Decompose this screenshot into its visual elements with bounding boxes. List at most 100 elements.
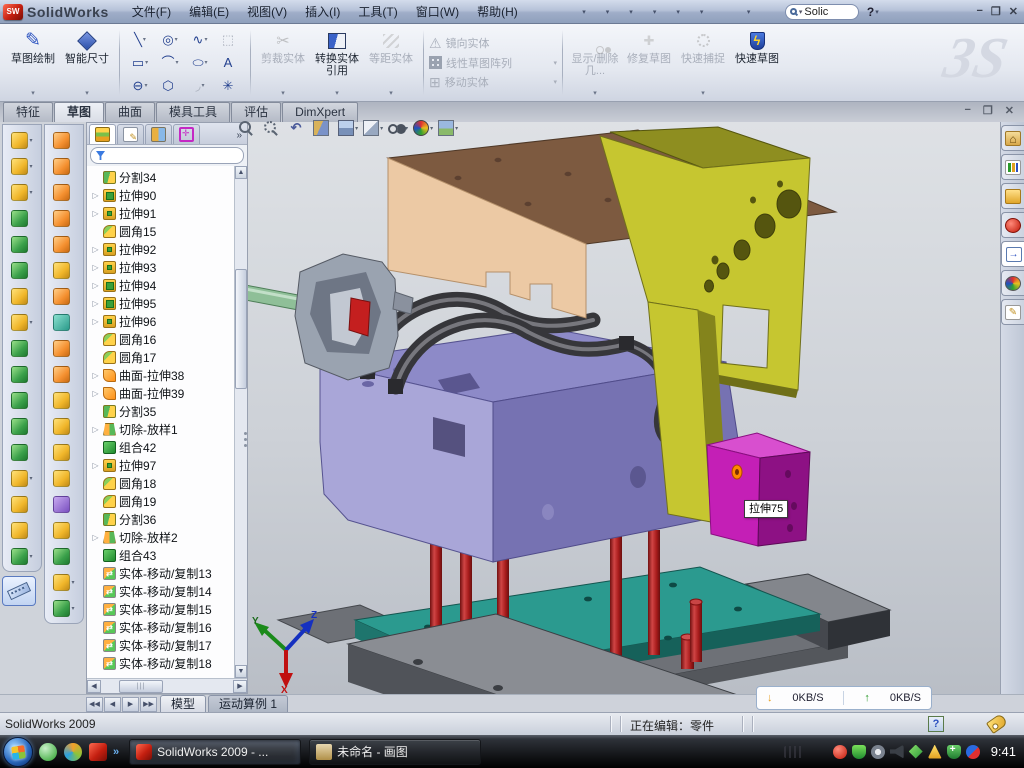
feature-tree-item[interactable]: ▷ 拉伸93 <box>91 258 234 276</box>
ribbon-tab[interactable]: 曲面 <box>105 102 155 122</box>
scroll-left-arrow[interactable]: ◀ <box>87 680 101 693</box>
task-pane-tab[interactable] <box>1001 270 1024 296</box>
feature-tree-item[interactable]: ▷ 实体-移动/复制15 <box>91 600 234 618</box>
expand-arrow-icon[interactable]: ▷ <box>91 425 100 434</box>
sketch-tool-button[interactable]: ⬭ ▾ <box>185 56 215 69</box>
surface-tool-button[interactable]: ▾ <box>53 181 74 203</box>
ribbon-list-button[interactable]: 线性草图阵列 ▾ <box>429 55 557 71</box>
feature-tree-item[interactable]: ▷ 组合43 <box>91 546 234 564</box>
document-tab[interactable]: 运动算例 1 <box>208 695 288 712</box>
surface-tool-button[interactable]: ▾ <box>53 493 74 515</box>
sketch-tool-button[interactable]: ✳ ▾ <box>215 79 245 92</box>
surface-tool-button[interactable]: ▾ <box>53 155 74 177</box>
sketch-tool-button[interactable]: ◎ ▾ <box>155 33 185 46</box>
quick-access-button[interactable]: ▾ <box>543 4 564 19</box>
view-tool-button[interactable]: ▾ <box>388 120 408 136</box>
model-part-core-insert[interactable] <box>248 254 413 380</box>
tree-horizontal-scrollbar[interactable]: ◀ ||| ▶ <box>87 678 247 693</box>
start-button[interactable] <box>3 737 33 767</box>
surface-tool-button[interactable]: ▾ <box>53 311 74 333</box>
panel-tab[interactable] <box>117 124 144 144</box>
feature-tool-button[interactable]: ▾ <box>11 155 32 177</box>
minimize-button[interactable]: − <box>976 5 982 18</box>
surface-tool-button[interactable]: ▾ <box>53 389 74 411</box>
tray-icon[interactable] <box>784 746 804 758</box>
feature-tree-item[interactable]: ▷ 拉伸92 <box>91 240 234 258</box>
help-button[interactable]: ? <box>867 5 874 19</box>
expand-arrow-icon[interactable]: ▷ <box>91 263 100 272</box>
document-tab[interactable]: 模型 <box>160 695 206 712</box>
feature-tree-item[interactable]: ▷ 拉伸91 <box>91 204 234 222</box>
feature-tool-button[interactable]: ▾ <box>11 311 32 333</box>
feature-tree-item[interactable]: ▷ 切除-放样2 <box>91 528 234 546</box>
surface-tool-button[interactable]: ▾ <box>53 285 74 307</box>
surface-tool-button[interactable]: ▾ <box>53 519 74 541</box>
close-button[interactable]: ✕ <box>1009 5 1018 18</box>
panel-tab[interactable] <box>89 124 116 144</box>
expand-arrow-icon[interactable]: ▷ <box>91 461 100 470</box>
tray-icon[interactable] <box>833 745 847 759</box>
ribbon-tab[interactable]: 模具工具 <box>156 102 230 122</box>
feature-tree-item[interactable]: ▷ 曲面-拉伸38 <box>91 366 234 384</box>
surface-tool-button[interactable]: ▾ <box>53 233 74 255</box>
quick-access-button[interactable]: ▾ <box>637 4 658 19</box>
tag-icon[interactable] <box>986 713 1008 734</box>
view-tool-button[interactable]: ▾ <box>413 120 433 136</box>
tray-icon[interactable] <box>871 745 885 759</box>
panel-tab[interactable] <box>173 124 200 144</box>
expand-arrow-icon[interactable]: ▷ <box>91 317 100 326</box>
ribbon-big-button[interactable]: 转换实体引用 ▾ <box>310 27 364 99</box>
sketch-tool-button[interactable]: ⊖ ▾ <box>125 79 155 92</box>
menu-item[interactable]: 文件(F) <box>123 1 180 23</box>
surface-tool-button[interactable]: ▾ <box>53 129 74 151</box>
sketch-tool-button[interactable]: ▭ ▾ <box>125 56 155 69</box>
ribbon-big-button[interactable]: 快速草图 ▾ <box>730 27 784 99</box>
feature-tree-item[interactable]: ▷ 组合42 <box>91 438 234 456</box>
quick-access-button[interactable]: ▾ <box>613 4 634 19</box>
panel-tab[interactable] <box>145 124 172 144</box>
surface-tool-button[interactable]: ▾ <box>53 337 74 359</box>
feature-tool-button[interactable]: ▾ <box>11 181 32 203</box>
feature-tree-item[interactable]: ▷ 分割35 <box>91 402 234 420</box>
sketch-tool-button[interactable]: ∿ ▾ <box>185 33 215 46</box>
quick-access-button[interactable]: ▾ <box>707 4 728 19</box>
quick-access-button[interactable]: ▾ <box>684 4 705 19</box>
ribbon-big-button[interactable]: 显示/删除几... ▾ <box>568 27 622 99</box>
search-input[interactable]: ▾ Solic <box>785 4 859 20</box>
feature-tree-item[interactable]: ▷ 分割36 <box>91 510 234 528</box>
feature-tool-button[interactable]: ▾ <box>11 233 32 255</box>
surface-tool-button[interactable]: ▾ <box>53 207 74 229</box>
expand-arrow-icon[interactable]: ▷ <box>91 533 100 542</box>
feature-tree-item[interactable]: ▷ 实体-移动/复制16 <box>91 618 234 636</box>
exploded-mold-assembly[interactable]: Y Z X <box>248 122 1000 694</box>
expand-arrow-icon[interactable]: ▷ <box>91 281 100 290</box>
feature-tool-button[interactable]: ▾ <box>11 337 32 359</box>
feature-tool-button[interactable]: ▾ <box>11 493 32 515</box>
scroll-up-arrow[interactable]: ▲ <box>235 166 247 179</box>
view-tool-button[interactable]: ▾ <box>338 120 358 136</box>
expand-arrow-icon[interactable]: ▷ <box>91 371 100 380</box>
feature-tree-item[interactable]: ▷ 拉伸90 <box>91 186 234 204</box>
menu-item[interactable]: 工具(T) <box>349 1 406 23</box>
ribbon-tab[interactable]: 特征 <box>3 102 53 122</box>
feature-tree-item[interactable]: ▷ 拉伸95 <box>91 294 234 312</box>
scroll-down-arrow[interactable]: ▼ <box>235 665 247 678</box>
expand-arrow-icon[interactable]: ▷ <box>91 299 100 308</box>
menu-item[interactable]: 编辑(E) <box>180 1 238 23</box>
feature-tree-item[interactable]: ▷ 分割34 <box>91 168 234 186</box>
view-tool-button[interactable]: ▾ <box>263 120 283 136</box>
sketch-tool-button[interactable]: ╲ ▾ <box>125 33 155 46</box>
quick-launch-overflow[interactable]: » <box>113 746 119 758</box>
graphics-area[interactable]: Y Z X 拉伸75 <box>248 122 1000 694</box>
panel-splitter-handle[interactable] <box>243 421 247 457</box>
sketch-tool-button[interactable]: ⬡ ▾ <box>155 79 185 92</box>
surface-tool-button[interactable]: ▾ <box>53 415 74 437</box>
ribbon-big-button[interactable]: 修复草图 ▾ <box>622 27 676 99</box>
quick-launch-icon[interactable] <box>39 743 57 761</box>
view-tool-button[interactable]: ▾ <box>438 120 458 136</box>
feature-tree-item[interactable]: ▷ 圆角16 <box>91 330 234 348</box>
task-pane-tab[interactable] <box>1001 154 1024 180</box>
scroll-thumb[interactable]: ||| <box>119 680 163 693</box>
view-tool-button[interactable]: ▾ <box>288 120 308 136</box>
scroll-right-arrow[interactable]: ▶ <box>233 680 247 693</box>
